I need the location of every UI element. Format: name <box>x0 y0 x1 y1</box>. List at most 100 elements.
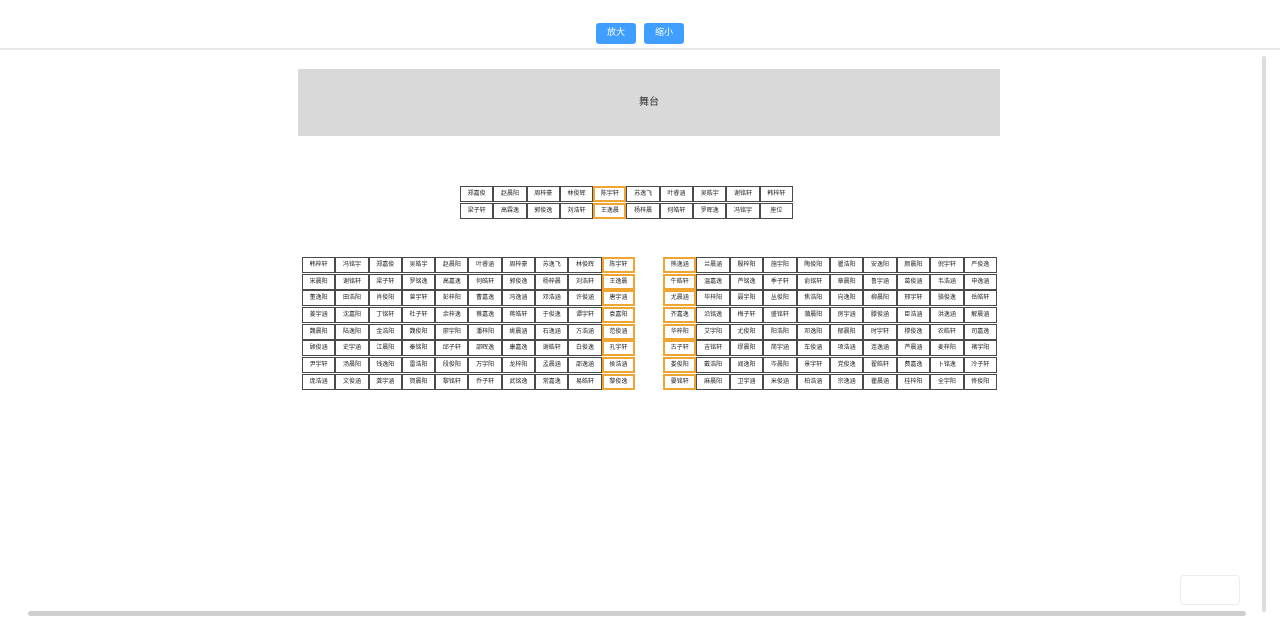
seat[interactable]: 肖俊阳 <box>368 290 402 307</box>
seat[interactable]: 吉铭轩 <box>696 340 730 357</box>
seat[interactable]: 麦梓阳 <box>930 340 964 357</box>
seat[interactable]: 顾俊涵 <box>302 340 336 357</box>
seat[interactable]: 党俊逸 <box>829 357 864 374</box>
seat[interactable]: 邵逸涵 <box>568 357 602 374</box>
seat[interactable]: 费嘉逸 <box>896 357 931 374</box>
seat[interactable]: 芦铭逸 <box>729 273 764 290</box>
seat-selected[interactable]: 陈宇轩 <box>593 186 627 202</box>
seat[interactable]: 蒋皓轩 <box>501 307 536 324</box>
seat[interactable]: 乔子轩 <box>468 373 502 390</box>
horizontal-scrollbar[interactable] <box>28 611 1246 616</box>
seat[interactable]: 赵晨阳 <box>493 186 527 202</box>
seat[interactable]: 车俊涵 <box>796 340 830 357</box>
seat[interactable]: 叶睿涵 <box>468 257 502 273</box>
seat[interactable]: 郭俊逸 <box>526 203 560 219</box>
seat[interactable]: 高霖逸 <box>493 203 527 219</box>
seat[interactable]: 岳皓轩 <box>963 290 997 307</box>
seat[interactable]: 姜宇涵 <box>302 307 336 324</box>
seat[interactable]: 麻晨阳 <box>696 373 730 390</box>
seat[interactable]: 周梓豪 <box>526 186 560 202</box>
seat[interactable]: 梁子轩 <box>368 273 402 290</box>
seat[interactable]: 焦浩阳 <box>796 290 830 307</box>
seat[interactable]: 黎铭轩 <box>435 373 469 390</box>
seat[interactable]: 武铭逸 <box>501 373 536 390</box>
seat[interactable]: 汤晨阳 <box>335 357 369 374</box>
seat[interactable]: 丁铭轩 <box>368 307 402 324</box>
seat[interactable]: 孟晨涵 <box>535 357 569 374</box>
seat[interactable]: 罗铭逸 <box>401 273 436 290</box>
seat[interactable]: 吴皓宇 <box>693 186 727 202</box>
seat[interactable]: 俞铭轩 <box>796 273 830 290</box>
seat-selected[interactable]: 娄俊阳 <box>663 357 697 374</box>
seat-selected[interactable]: 王逸晨 <box>593 203 627 219</box>
seat[interactable]: 颜晨阳 <box>896 257 931 273</box>
seat[interactable]: 景宇轩 <box>796 357 830 374</box>
seat[interactable]: 苏逸飞 <box>626 186 660 202</box>
seat[interactable]: 蔡嘉逸 <box>468 307 502 324</box>
seat[interactable]: 林俊辉 <box>568 257 602 273</box>
seat[interactable]: 严俊逸 <box>963 257 997 273</box>
seat-selected[interactable]: 袁嘉阳 <box>601 307 635 324</box>
seat[interactable]: 冷子轩 <box>963 357 997 374</box>
seat[interactable]: 戴浩阳 <box>696 357 730 374</box>
seat[interactable]: 翟皓轩 <box>863 357 897 374</box>
seat[interactable]: 董逸阳 <box>302 290 336 307</box>
seat[interactable]: 邱子轩 <box>435 340 469 357</box>
seat[interactable]: 于俊逸 <box>535 307 569 324</box>
seat[interactable]: 常嘉逸 <box>535 373 569 390</box>
seat[interactable]: 穆俊逸 <box>896 323 931 340</box>
seat[interactable]: 申逸涵 <box>963 273 997 290</box>
seat[interactable]: 曾宇轩 <box>401 290 436 307</box>
seat[interactable]: 柏浩涵 <box>796 373 830 390</box>
seat[interactable]: 毕梓阳 <box>696 290 730 307</box>
seat[interactable]: 方浩涵 <box>568 323 602 340</box>
seat[interactable]: 房宇涵 <box>829 307 864 324</box>
seat[interactable]: 尹宇轩 <box>302 357 336 374</box>
seat[interactable]: 潘梓阳 <box>468 323 502 340</box>
seat[interactable]: 章晨阳 <box>829 273 864 290</box>
seat[interactable]: 冯逸涵 <box>501 290 536 307</box>
vertical-scrollbar[interactable] <box>1262 56 1266 612</box>
seat[interactable]: 瞿浩阳 <box>829 257 864 273</box>
seat[interactable]: 连逸涵 <box>863 340 897 357</box>
seat[interactable]: 秦铭阳 <box>401 340 436 357</box>
seat[interactable]: 简宇涵 <box>763 340 797 357</box>
zoom-out-button[interactable]: 缩小 <box>644 23 684 44</box>
seat[interactable]: 万宇阳 <box>468 357 502 374</box>
seat[interactable]: 杨梓晨 <box>535 273 569 290</box>
seat[interactable]: 魏俊阳 <box>401 323 436 340</box>
seat[interactable]: 冯铭宇 <box>726 203 760 219</box>
seat[interactable]: 施宇阳 <box>763 257 797 273</box>
seat[interactable]: 雷浩阳 <box>401 357 436 374</box>
seat[interactable]: 米俊涵 <box>763 373 797 390</box>
seat[interactable]: 司嘉逸 <box>963 323 997 340</box>
seat[interactable]: 邓逸阳 <box>796 323 830 340</box>
seat[interactable]: 韩梓轩 <box>759 186 793 202</box>
seat[interactable]: 賀晨阳 <box>401 373 436 390</box>
seat[interactable]: 龚宇涵 <box>368 373 402 390</box>
seat[interactable]: 刘浩轩 <box>559 203 594 219</box>
seat[interactable]: 时宇轩 <box>863 323 897 340</box>
seat[interactable]: 曹嘉逸 <box>468 290 502 307</box>
seat[interactable]: 农皓轩 <box>930 323 964 340</box>
seat[interactable]: 沿铭逸 <box>696 307 730 324</box>
seat[interactable]: 项浩涵 <box>829 340 864 357</box>
seat[interactable]: 丛俊阳 <box>763 290 797 307</box>
seat[interactable]: 倪宇轩 <box>930 257 964 273</box>
seat[interactable]: 邢宇轩 <box>896 290 931 307</box>
seat[interactable]: 龙梓阳 <box>501 357 536 374</box>
seat-selected[interactable]: 唐宇涵 <box>601 290 635 307</box>
seat[interactable]: 褚宇阳 <box>963 340 997 357</box>
seat[interactable]: 葛俊涵 <box>896 273 931 290</box>
seat[interactable]: 滕俊涵 <box>863 307 897 324</box>
seat[interactable]: 宋晨阳 <box>302 273 336 290</box>
seat[interactable]: 兰晨涵 <box>696 257 730 273</box>
seat[interactable]: 吴皓宇 <box>401 257 436 273</box>
seat[interactable]: 蒲晨阳 <box>796 307 830 324</box>
seat-selected[interactable]: 晏铭轩 <box>663 373 697 390</box>
seat[interactable]: 罗晖逸 <box>693 203 727 219</box>
seat[interactable]: 陆逸阳 <box>335 323 369 340</box>
seat[interactable]: 柳晨阳 <box>863 290 897 307</box>
seat[interactable]: 卫宇涵 <box>729 373 764 390</box>
zoom-in-button[interactable]: 放大 <box>596 23 636 44</box>
